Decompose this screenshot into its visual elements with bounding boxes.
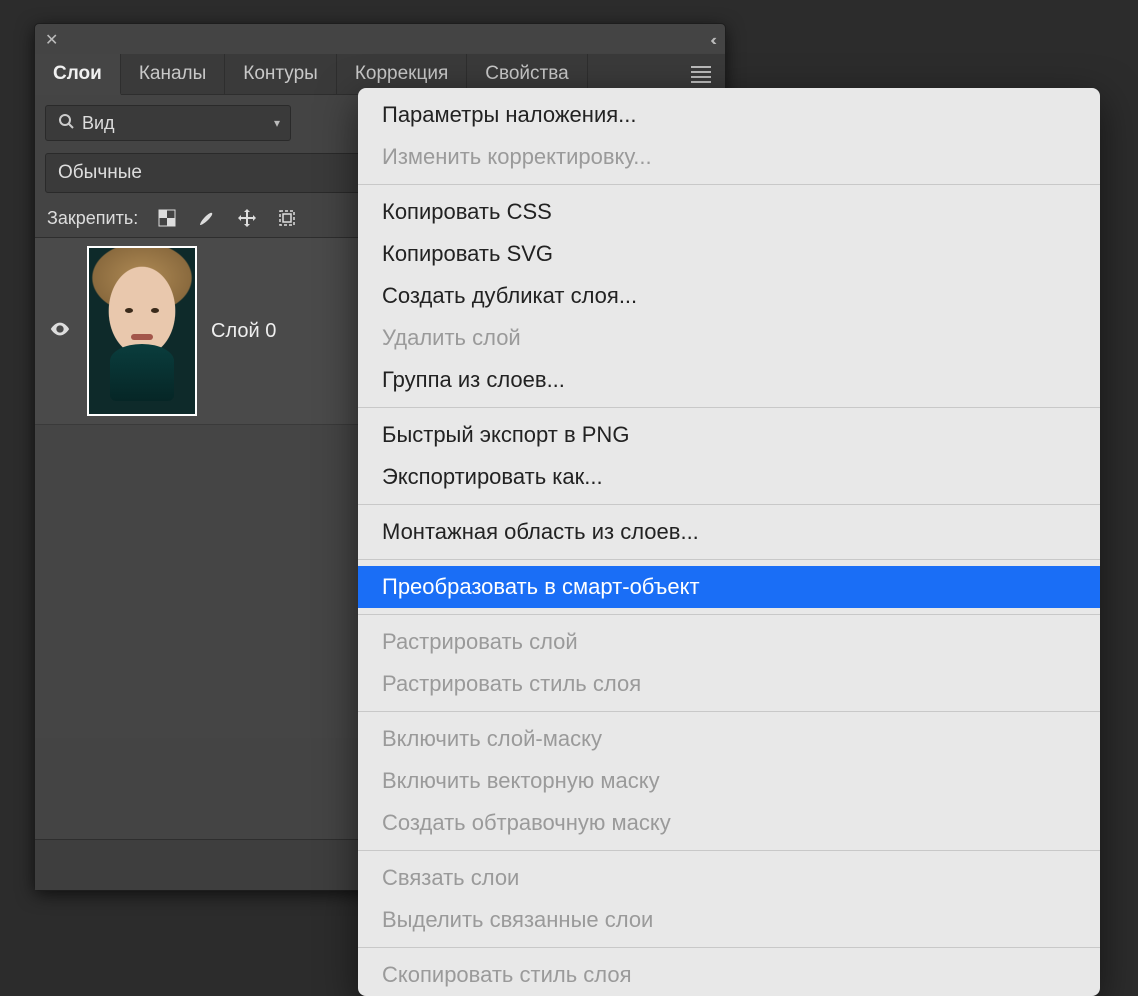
menu-separator	[358, 559, 1100, 560]
menu-separator	[358, 947, 1100, 948]
menu-item: Включить векторную маску	[358, 760, 1100, 802]
context-menu: Параметры наложения...Изменить корректир…	[358, 88, 1100, 996]
chevron-down-icon: ▾	[274, 116, 280, 130]
search-icon	[58, 113, 74, 134]
lock-label: Закрепить:	[47, 208, 138, 229]
tab-channels[interactable]: Каналы	[121, 54, 225, 94]
tab-label: Контуры	[243, 63, 318, 85]
lock-artboard-icon[interactable]	[276, 207, 298, 229]
menu-item[interactable]: Преобразовать в смарт-объект	[358, 566, 1100, 608]
menu-item: Удалить слой	[358, 317, 1100, 359]
lock-paint-icon[interactable]	[196, 207, 218, 229]
menu-item: Создать обтравочную маску	[358, 802, 1100, 844]
menu-item: Растрировать стиль слоя	[358, 663, 1100, 705]
menu-separator	[358, 614, 1100, 615]
menu-item[interactable]: Группа из слоев...	[358, 359, 1100, 401]
collapse-icon[interactable]: ‹‹	[710, 32, 713, 50]
menu-separator	[358, 711, 1100, 712]
filter-kind-label: Вид	[82, 113, 115, 134]
menu-separator	[358, 407, 1100, 408]
menu-separator	[358, 504, 1100, 505]
layer-name[interactable]: Слой 0	[211, 320, 276, 343]
menu-icon[interactable]	[691, 66, 711, 83]
menu-item[interactable]: Монтажная область из слоев...	[358, 511, 1100, 553]
menu-item: Скопировать стиль слоя	[358, 954, 1100, 996]
menu-item: Изменить корректировку...	[358, 136, 1100, 178]
menu-item[interactable]: Создать дубликат слоя...	[358, 275, 1100, 317]
tab-label: Коррекция	[355, 63, 448, 85]
menu-item: Выделить связанные слои	[358, 899, 1100, 941]
menu-item[interactable]: Копировать SVG	[358, 233, 1100, 275]
visibility-icon[interactable]	[47, 318, 73, 345]
menu-item: Растрировать слой	[358, 621, 1100, 663]
menu-item[interactable]: Копировать CSS	[358, 191, 1100, 233]
menu-item: Включить слой-маску	[358, 718, 1100, 760]
menu-separator	[358, 850, 1100, 851]
menu-item[interactable]: Параметры наложения...	[358, 94, 1100, 136]
menu-item[interactable]: Экспортировать как...	[358, 456, 1100, 498]
tab-label: Каналы	[139, 63, 206, 85]
blend-mode-label: Обычные	[58, 162, 142, 184]
menu-item: Связать слои	[358, 857, 1100, 899]
tab-paths[interactable]: Контуры	[225, 54, 337, 94]
tab-label: Свойства	[485, 63, 568, 85]
filter-kind-dropdown[interactable]: Вид ▾	[45, 105, 291, 141]
panel-titlebar: ✕ ‹‹	[35, 24, 725, 54]
thumbnail-image	[89, 248, 195, 414]
tab-layers[interactable]: Слои	[35, 54, 121, 95]
layer-thumbnail[interactable]	[87, 246, 197, 416]
lock-transparency-icon[interactable]	[156, 207, 178, 229]
tab-label: Слои	[53, 63, 102, 85]
menu-item[interactable]: Быстрый экспорт в PNG	[358, 414, 1100, 456]
lock-position-icon[interactable]	[236, 207, 258, 229]
menu-separator	[358, 184, 1100, 185]
close-icon[interactable]: ✕	[45, 30, 58, 50]
